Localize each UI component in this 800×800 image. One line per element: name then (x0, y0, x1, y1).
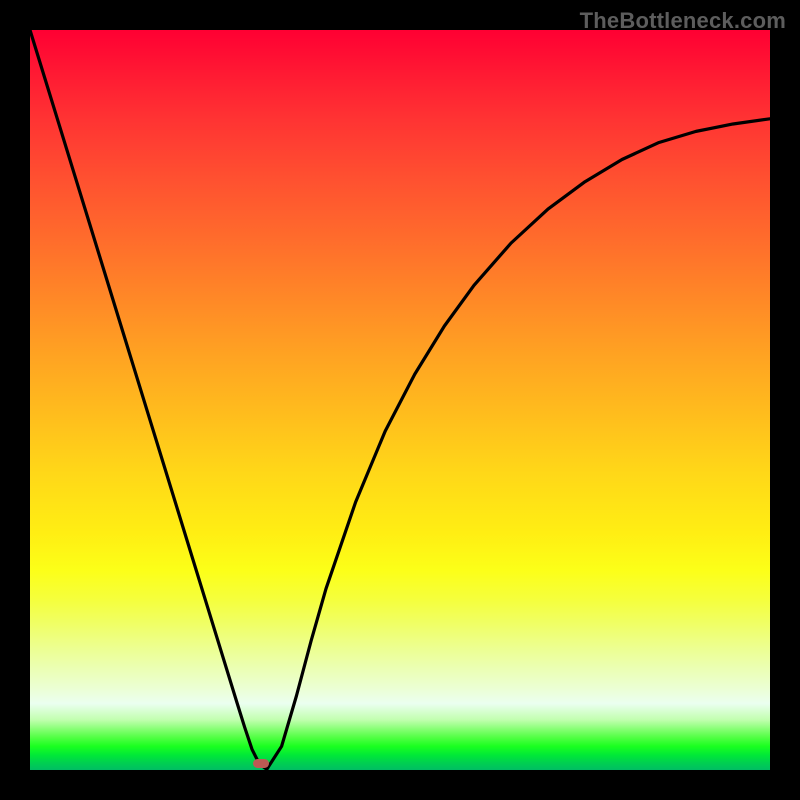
plot-area (30, 30, 770, 770)
bottleneck-curve (30, 30, 770, 769)
curve-layer (30, 30, 770, 770)
optimal-point-marker (253, 759, 269, 768)
watermark-text: TheBottleneck.com (580, 8, 786, 34)
chart-frame: TheBottleneck.com (0, 0, 800, 800)
